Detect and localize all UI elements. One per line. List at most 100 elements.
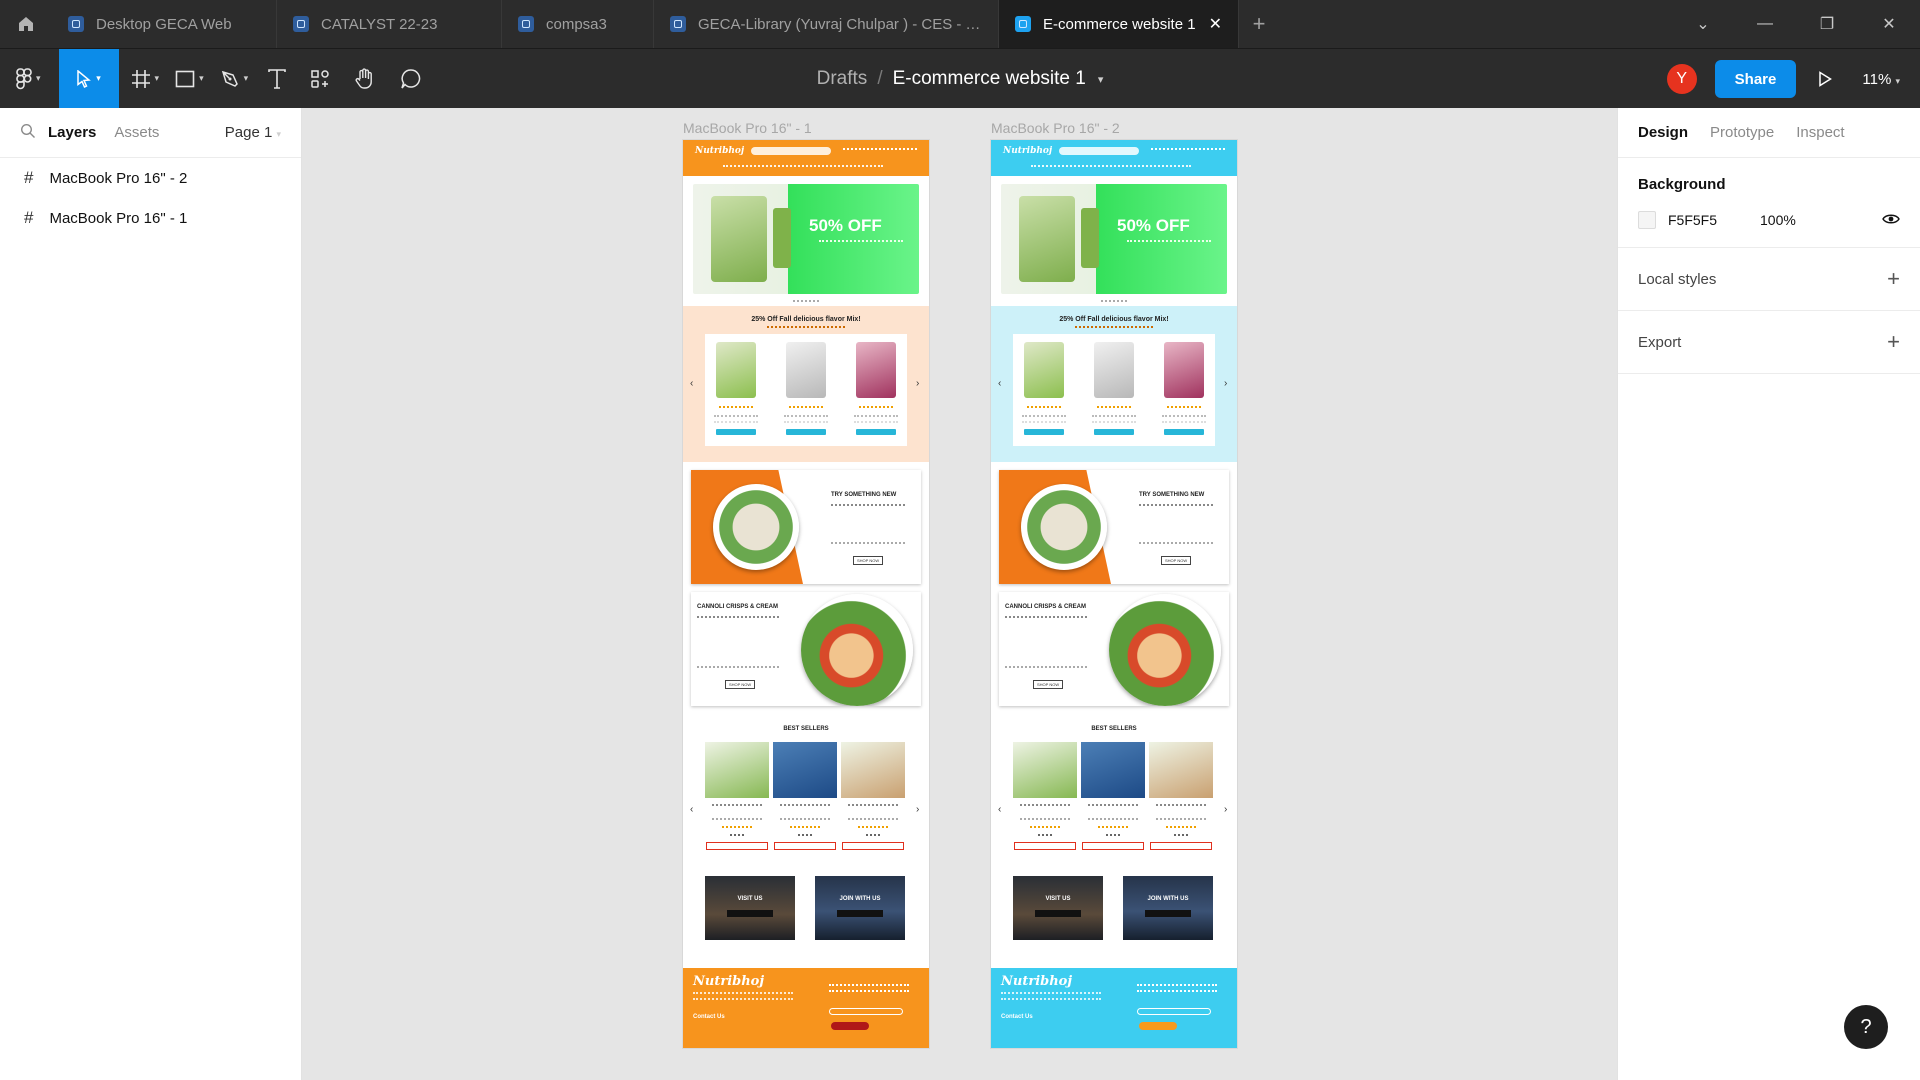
file-icon	[518, 16, 534, 32]
home-icon[interactable]	[0, 0, 52, 48]
layer-item[interactable]: # MacBook Pro 16" - 2	[0, 158, 301, 198]
shop-now-button: SHOP NOW	[725, 680, 756, 689]
move-tool[interactable]: ▾	[58, 48, 119, 109]
tab-desktop-geca-web[interactable]: Desktop GECA Web	[52, 0, 277, 48]
visit-us-card: VISIT US	[705, 876, 795, 940]
title-bar: Desktop GECA Web CATALYST 22-23 compsa3 …	[0, 0, 1920, 48]
background-fill-row: F5F5F5 100%	[1638, 211, 1900, 229]
newsletter-text	[829, 984, 909, 992]
tab-catalyst[interactable]: CATALYST 22-23	[277, 0, 502, 48]
product-card	[1013, 742, 1077, 870]
present-button[interactable]	[1818, 71, 1833, 87]
chevron-down-icon: ▾	[1895, 75, 1900, 86]
frame-label[interactable]: MacBook Pro 16" - 2	[991, 120, 1237, 140]
frame-artboard[interactable]: Nutribhoj 50% OFF 25% Off Fall delicious…	[991, 140, 1237, 1048]
frame-tool[interactable]: ▾	[123, 49, 168, 109]
hero-offer-subtext	[819, 240, 903, 246]
chevron-right-icon: ›	[1224, 804, 1228, 815]
tab-label: GECA-Library (Yuvraj Chulpar ) - CES - T…	[698, 15, 982, 33]
design-frame[interactable]: MacBook Pro 16" - 2 Nutribhoj 50% OFF 25…	[991, 120, 1237, 1048]
chevron-down-icon[interactable]: ⌄	[1672, 0, 1734, 48]
tab-compsa3[interactable]: compsa3	[502, 0, 654, 48]
flavor-title: 25% Off Fall delicious flavor Mix!	[1059, 316, 1169, 323]
find-location-button	[727, 910, 773, 917]
flavor-cards	[1013, 334, 1215, 446]
pen-tool[interactable]: ▾	[212, 49, 257, 109]
cursor-icon	[77, 69, 92, 88]
tab-assets[interactable]: Assets	[114, 124, 159, 141]
tab-layers[interactable]: Layers	[48, 124, 96, 141]
file-icon	[293, 16, 309, 32]
share-button[interactable]: Share	[1714, 60, 1797, 98]
hero-offer: 50% OFF	[1117, 216, 1190, 235]
shape-tool[interactable]: ▾	[167, 49, 212, 109]
join-now-button	[1145, 910, 1191, 917]
carousel-dots	[793, 300, 819, 302]
tab-inspect[interactable]: Inspect	[1796, 124, 1844, 141]
hand-icon	[355, 67, 373, 89]
plus-icon[interactable]: +	[1887, 329, 1900, 355]
site-logo: Nutribhoj	[1003, 146, 1053, 156]
color-swatch[interactable]	[1638, 211, 1656, 229]
newsletter-text	[1137, 984, 1217, 992]
file-name[interactable]: E-commerce website 1	[893, 68, 1086, 90]
design-panel: Design Prototype Inspect Background F5F5…	[1617, 108, 1920, 1080]
visit-us-title: VISIT US	[1045, 896, 1071, 902]
hero-banner: 50% OFF	[1001, 184, 1227, 294]
hero-banner: 50% OFF	[693, 184, 919, 294]
product-card	[779, 342, 833, 438]
layer-item[interactable]: # MacBook Pro 16" - 1	[0, 198, 301, 238]
flavor-cards	[705, 334, 907, 446]
close-icon[interactable]: ✕	[1199, 14, 1222, 34]
background-hex[interactable]: F5F5F5	[1668, 212, 1760, 228]
text-tool[interactable]	[256, 49, 298, 109]
site-nav-links	[1151, 148, 1225, 151]
carousel-dots	[1101, 300, 1127, 302]
chevron-down-icon[interactable]: ▾	[1098, 73, 1104, 86]
frame-label[interactable]: MacBook Pro 16" - 1	[683, 120, 929, 140]
chevron-down-icon: ▾	[199, 73, 204, 83]
new-tab-button[interactable]: +	[1239, 0, 1279, 48]
breadcrumb-drafts[interactable]: Drafts	[817, 68, 868, 90]
main-menu-button[interactable]: ▾	[0, 49, 49, 109]
plus-icon[interactable]: +	[1887, 266, 1900, 292]
page-name: Page 1	[224, 124, 273, 141]
tab-design[interactable]: Design	[1638, 124, 1688, 141]
flavor-title: 25% Off Fall delicious flavor Mix!	[751, 316, 861, 323]
visit-us-title: VISIT US	[737, 896, 763, 902]
eye-icon[interactable]	[1882, 212, 1900, 228]
newsletter-input	[1137, 1008, 1211, 1015]
layer-label: MacBook Pro 16" - 1	[49, 209, 188, 227]
page-selector[interactable]: Page 1 ▾	[225, 124, 281, 141]
comment-tool[interactable]	[388, 49, 434, 109]
minimize-button[interactable]: —	[1734, 0, 1796, 48]
help-button[interactable]: ?	[1844, 1005, 1888, 1049]
tab-geca-library[interactable]: GECA-Library (Yuvraj Chulpar ) - CES - T…	[654, 0, 999, 48]
background-opacity[interactable]: 100%	[1760, 212, 1882, 228]
join-us-title: JOIN WITH US	[839, 896, 881, 902]
tab-ecommerce-website[interactable]: E-commerce website 1 ✕	[999, 0, 1239, 48]
canvas[interactable]: MacBook Pro 16" - 1 Nutribhoj 50% OFF 25…	[302, 108, 1617, 1080]
product-card	[1017, 342, 1071, 438]
contact-us-label: Contact Us	[1001, 1014, 1033, 1020]
join-us-title: JOIN WITH US	[1147, 896, 1189, 902]
site-header: Nutribhoj	[683, 140, 929, 176]
avatar[interactable]: Y	[1666, 64, 1697, 94]
hand-tool[interactable]	[342, 49, 388, 109]
site-search-bar	[1059, 147, 1139, 155]
restore-button[interactable]: ❐	[1796, 0, 1858, 48]
try-description	[831, 504, 905, 544]
text-icon	[268, 68, 286, 89]
close-window-button[interactable]: ✕	[1858, 0, 1920, 48]
chevron-right-icon: ›	[1224, 378, 1228, 389]
best-sellers-title: BEST SELLERS	[1091, 726, 1137, 732]
tab-prototype[interactable]: Prototype	[1710, 124, 1774, 141]
zoom-menu[interactable]: 11% ▾	[1862, 71, 1900, 88]
frame-artboard[interactable]: Nutribhoj 50% OFF 25% Off Fall delicious…	[683, 140, 929, 1048]
search-icon[interactable]	[20, 123, 36, 143]
resources-tool[interactable]	[298, 49, 342, 109]
chevron-left-icon: ‹	[998, 804, 1002, 815]
flavor-subtitle	[767, 326, 845, 328]
design-frame[interactable]: MacBook Pro 16" - 1 Nutribhoj 50% OFF 25…	[683, 120, 929, 1048]
zoom-level: 11%	[1862, 70, 1892, 88]
